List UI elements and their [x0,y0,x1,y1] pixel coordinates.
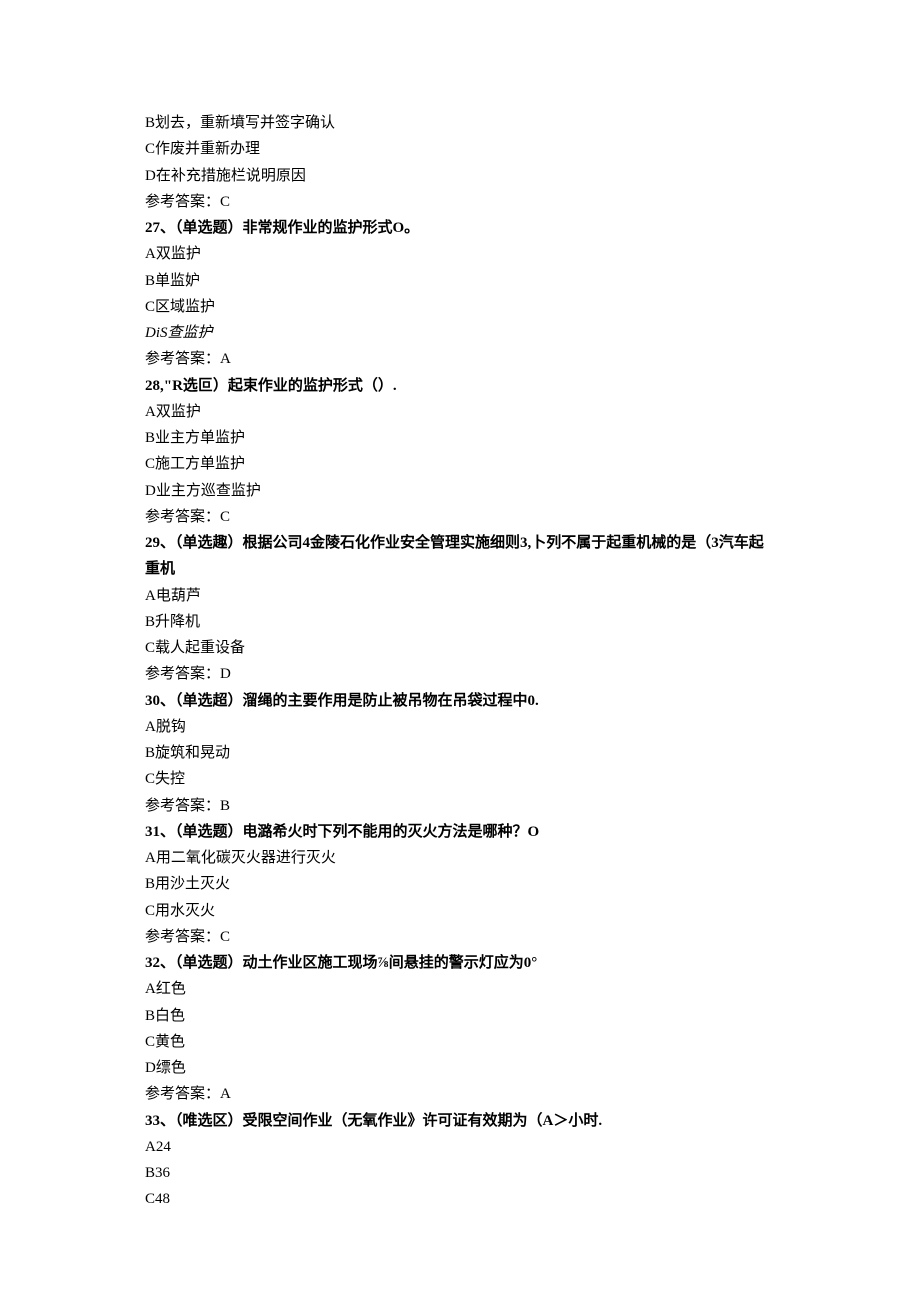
text-line: D在补充措施栏说明原因 [145,163,775,189]
text-line: 参考答案：C [145,189,775,215]
text-line: 27、（单选题）非常规作业的监护形式O。 [145,215,775,241]
text-line: A电葫芦 [145,583,775,609]
text-line: C48 [145,1186,775,1212]
text-line: 30、（单选超）溜绳的主要作用是防止被吊物在吊袋过程中0. [145,688,775,714]
text-line: 28,"R选叵）起束作业的监护形式（）. [145,373,775,399]
text-line: B业主方单监护 [145,425,775,451]
text-line: 参考答案：A [145,346,775,372]
text-line: 32、（单选题）动土作业区施工现场⅞间悬挂的警示灯应为0° [145,950,775,976]
text-line: 31、（单选题）电潞希火时下列不能用的灭火方法是哪种？O [145,819,775,845]
text-line: C载人起重设备 [145,635,775,661]
text-line: 29、（单选趣）根据公司4金陵石化作业安全管理实施细则3,卜列不属于起重机械的是… [145,530,775,583]
text-line: B划去，重新墳写并签字确认 [145,110,775,136]
text-line: 参考答案：C [145,504,775,530]
text-line: B单监妒 [145,268,775,294]
text-line: 参考答案：A [145,1081,775,1107]
text-line: A红色 [145,976,775,1002]
text-line: B升降机 [145,609,775,635]
text-line: B白色 [145,1003,775,1029]
text-line: A24 [145,1134,775,1160]
text-line: C作废并重新办理 [145,136,775,162]
text-line: D业主方巡查监护 [145,478,775,504]
text-line: 参考答案：D [145,661,775,687]
text-line: C区域监护 [145,294,775,320]
text-line: B36 [145,1160,775,1186]
text-line: A双监护 [145,399,775,425]
text-line: A双监护 [145,241,775,267]
text-line: A用二氧化碳灭火器进行灭火 [145,845,775,871]
text-line: 33、（唯选区）受限空间作业（无氧作业》许可证有效期为（A＞小时. [145,1108,775,1134]
text-line: 参考答案：C [145,924,775,950]
text-line: 参考答案：B [145,793,775,819]
text-line: C施工方单监护 [145,451,775,477]
text-line: D缥色 [145,1055,775,1081]
text-line: A脱钩 [145,714,775,740]
text-line: B旋筑和晃动 [145,740,775,766]
text-line: DiS查监护 [145,320,775,346]
text-line: C失控 [145,766,775,792]
document-content: B划去，重新墳写并签字确认C作废并重新办理D在补充措施栏说明原因参考答案：C27… [145,110,775,1213]
text-line: C用水灭火 [145,898,775,924]
text-line: B用沙土灭火 [145,871,775,897]
text-line: C黄色 [145,1029,775,1055]
